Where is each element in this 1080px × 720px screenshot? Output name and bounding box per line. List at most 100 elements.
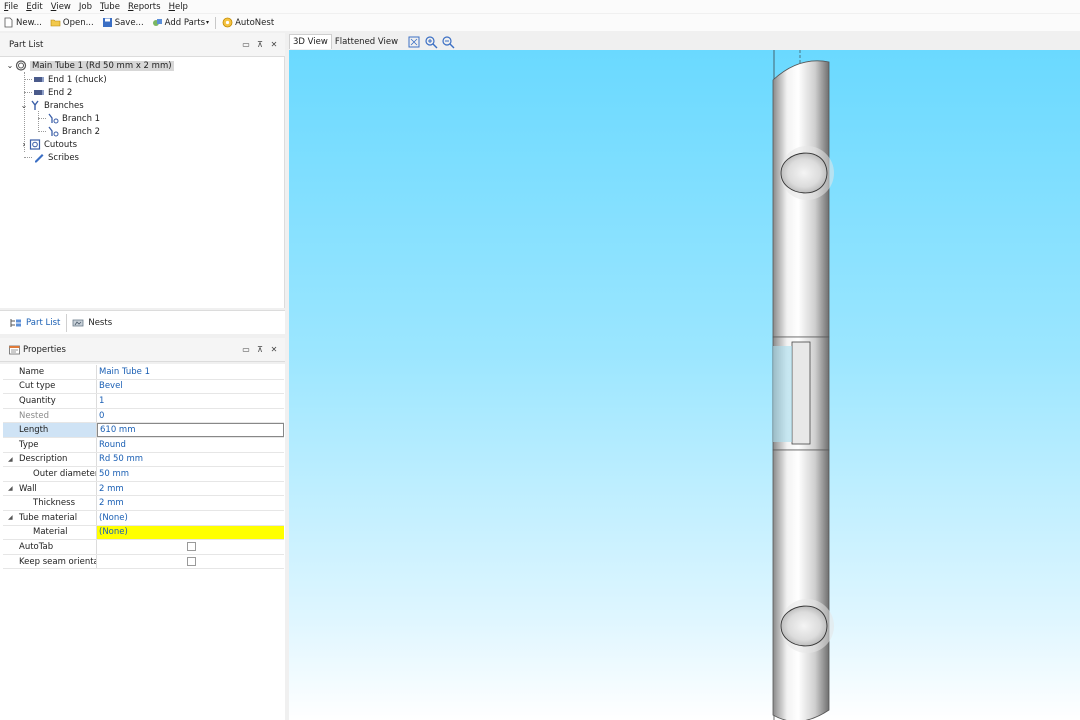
collapse-chevron-icon[interactable]: ⌄ [5,61,15,70]
tab-flattened-view[interactable]: Flattened View [332,34,401,49]
autonest-icon [222,17,233,28]
property-value[interactable]: 50 mm [97,467,284,481]
tree-node-scribes[interactable]: Scribes [33,151,79,164]
property-value[interactable]: 1 [97,394,284,408]
tree-node-label: Main Tube 1 (Rd 50 mm x 2 mm) [30,60,174,71]
cutout-icon [29,139,41,150]
property-row-keep-seam[interactable]: Keep seam orientati [3,554,284,570]
length-input[interactable]: 610 mm [97,423,284,437]
tab-3d-view[interactable]: 3D View [289,34,332,49]
tree-node-end2[interactable]: End 2 [33,86,72,99]
close-icon[interactable]: ✕ [267,40,281,49]
collapse-triangle-icon[interactable]: ◢ [8,514,13,521]
restore-icon[interactable]: ▭ [239,40,253,49]
material-field[interactable]: (None) [97,525,284,540]
tree-node-main-tube[interactable]: ⌄ Main Tube 1 (Rd 50 mm x 2 mm) [5,59,174,72]
property-row-wall[interactable]: ◢ Wall 2 mm [3,481,284,497]
pin-icon[interactable]: ⊼ [253,40,267,49]
menu-edit[interactable]: Edit [26,2,42,12]
property-value[interactable]: 2 mm [97,496,284,510]
zoom-extents-icon[interactable] [407,35,421,49]
tree-node-end1[interactable]: End 1 (chuck) [33,73,107,86]
property-value[interactable]: (None) [97,511,284,525]
collapse-chevron-icon[interactable]: ⌄ [19,101,29,110]
autotab-checkbox[interactable] [187,542,196,552]
property-value[interactable]: Bevel [97,380,284,394]
tube-slot [791,341,811,445]
collapse-triangle-icon[interactable]: ◢ [8,456,13,463]
autonest-button[interactable]: AutoNest [222,17,274,28]
tab-part-list[interactable]: Part List [8,313,68,332]
properties-title: Properties [23,344,66,355]
property-value[interactable]: 2 mm [97,482,284,496]
tree-node-label: Branch 1 [62,113,101,124]
tree-node-label: End 1 (chuck) [48,74,107,85]
tree-node-branch2[interactable]: Branch 2 [47,125,100,138]
branch-item-icon [48,126,59,137]
property-value[interactable]: Main Tube 1 [97,365,284,379]
property-row-quantity[interactable]: Quantity 1 [3,394,284,409]
part-list-tab-icon [10,318,21,327]
property-value [97,555,284,569]
property-row-type[interactable]: Type Round [3,438,284,453]
property-name: Name [3,365,97,379]
toolbar-separator [215,16,217,29]
zoom-in-icon[interactable] [424,35,438,49]
tree-node-branch1[interactable]: Branch 1 [47,112,100,125]
keep-seam-checkbox[interactable] [187,557,196,567]
view-tabs: 3D View Flattened View [289,33,1080,50]
property-name-tube-material[interactable]: ◢ Tube material [3,511,97,525]
property-row-material[interactable]: Material (None) [3,525,284,541]
property-row-tube-material[interactable]: ◢ Tube material (None) [3,511,284,526]
menu-job[interactable]: Job [79,2,92,12]
add-parts-button[interactable]: Add Parts ▾ [152,17,209,28]
tree-connector [38,118,46,119]
property-row-thickness[interactable]: Thickness 2 mm [3,496,284,511]
tree-node-cutouts[interactable]: › Cutouts [19,138,77,151]
toolbar: New... Open... Save... Add Parts ▾ AutoN… [0,14,1080,31]
property-name-wall[interactable]: ◢ Wall [3,481,97,496]
property-row-autotab[interactable]: AutoTab [3,540,284,555]
property-value[interactable]: Rd 50 mm [97,453,284,467]
nests-tab-icon [72,319,84,326]
menu-file[interactable]: File [4,2,18,12]
property-row-outer-diameter[interactable]: Outer diameter 50 mm [3,467,284,482]
property-name: Type [3,438,97,452]
part-list-header: Part List ▭ ⊼ ✕ [0,33,285,57]
tree-connector [24,157,32,158]
menu-reports[interactable]: Reports [128,2,161,12]
property-name: Nested [3,408,97,423]
tree-connector [38,131,46,132]
property-name-description[interactable]: ◢ Description [3,452,97,467]
menu-help[interactable]: Help [169,2,188,12]
save-button[interactable]: Save... [102,17,144,28]
property-row-length[interactable]: Length 610 mm [3,423,284,438]
tree-node-label: End 2 [48,87,73,98]
property-row-name[interactable]: Name Main Tube 1 [3,365,284,380]
menu-bar: File Edit View Job Tube Reports Help [0,0,1080,13]
menu-view[interactable]: View [51,2,71,12]
close-icon[interactable]: ✕ [267,345,281,354]
property-name: AutoTab [3,540,97,554]
zoom-out-icon[interactable] [441,35,455,49]
tab-nests-label: Nests [88,317,113,328]
open-button[interactable]: Open... [50,17,94,28]
tube-circle-icon [15,60,27,71]
3d-viewport[interactable] [289,50,1080,720]
menu-tube[interactable]: Tube [100,2,120,12]
properties-header: Properties ▭ ⊼ ✕ [0,338,285,362]
property-value[interactable]: Round [97,438,284,452]
open-folder-icon [50,19,61,27]
property-name: Description [19,454,68,465]
tab-nests[interactable]: Nests [70,314,118,332]
tree-node-branches[interactable]: ⌄ Branches [19,99,84,112]
property-row-description[interactable]: ◢ Description Rd 50 mm [3,452,284,468]
property-row-cut-type[interactable]: Cut type Bevel [3,379,284,395]
pin-icon[interactable]: ⊼ [253,345,267,354]
collapse-triangle-icon[interactable]: ◢ [8,485,13,492]
expand-chevron-icon[interactable]: › [19,140,29,149]
restore-icon[interactable]: ▭ [239,345,253,354]
tree-node-label: Scribes [48,152,79,163]
tree-node-label: Branches [44,100,84,111]
new-button[interactable]: New... [3,17,42,28]
